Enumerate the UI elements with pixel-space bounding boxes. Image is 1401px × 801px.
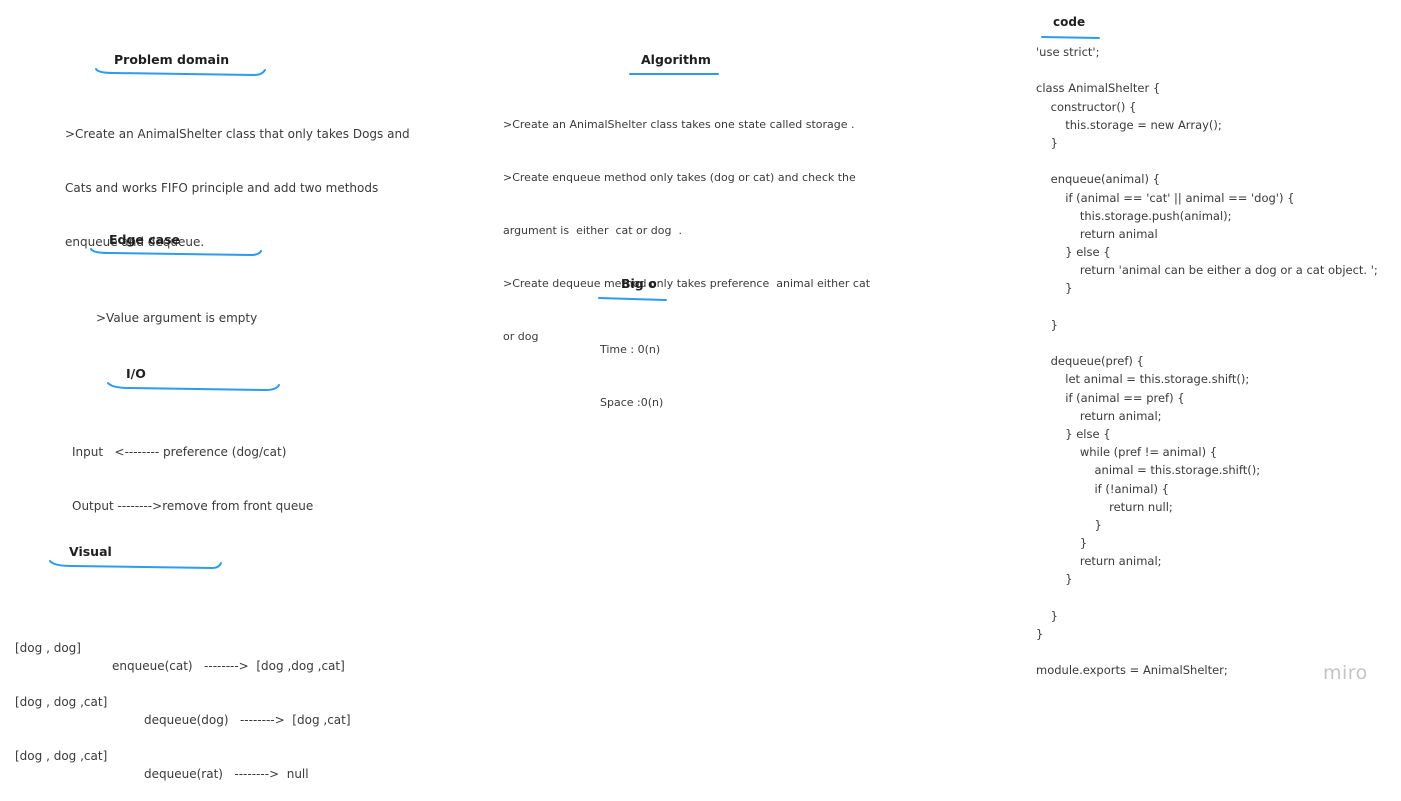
code-line: enqueue(animal) { [1036,172,1160,187]
code-line: let animal = this.storage.shift(); [1036,372,1250,387]
edge-case-line: >Value argument is empty [96,311,258,325]
io-heading: I/O [126,366,146,381]
code-line: } else { [1036,245,1111,260]
code-line: if (animal == 'cat' || animal == 'dog') … [1036,190,1295,205]
visual-operation: dequeue(dog) --------> [dog ,cat] [144,713,351,727]
algorithm-line: >Create enqueue method only takes (dog o… [503,171,856,184]
problem-domain-heading: Problem domain [114,52,230,67]
code-line: } [1036,517,1102,532]
code-line: } [1036,135,1058,150]
code-line: 'use strict'; [1036,45,1100,59]
code-line: } else { [1036,426,1111,441]
edge-case-heading: Edge case [109,232,181,247]
code-line: while (pref != animal) { [1036,445,1218,460]
code-line: this.storage.push(animal); [1036,208,1232,223]
algorithm-line: >Create an AnimalShelter class takes one… [503,118,855,131]
code-line: this.storage = new Array(); [1036,117,1222,132]
visual-input-state: [dog , dog] [15,641,81,655]
code-line: constructor() { [1036,99,1137,114]
code-line: class AnimalShelter { [1036,81,1161,96]
code-line: return null; [1036,499,1173,514]
visual-row: [dog , dog ,cat] dequeue(dog) --------> … [15,675,351,727]
io-line: Input <-------- preference (dog/cat) [72,445,287,459]
code-line: if (animal == pref) { [1036,390,1185,405]
code-line: animal = this.storage.shift(); [1036,463,1261,478]
io-line: Output -------->remove from front queue [72,499,314,513]
code-line: return 'animal can be either a dog or a … [1036,263,1378,278]
visual-row: [dog , dog] enqueue(cat) --------> [dog … [15,621,345,673]
visual-rows: [dog , dog] enqueue(cat) --------> [dog … [15,585,351,781]
miro-logo: miro [1323,662,1368,684]
problem-domain-underline [95,68,266,77]
algorithm-line: >Create dequeue method only takes prefer… [503,277,871,290]
io-text: Input <-------- preference (dog/cat) Out… [72,407,313,533]
algorithm-underline [629,73,719,75]
edge-case-text: >Value argument is empty [96,273,257,345]
code-line: } [1036,317,1058,332]
code-underline [1041,36,1100,39]
visual-input-state: [dog , dog ,cat] [15,749,108,763]
big-o-heading: Big o [621,276,657,291]
code-line: } [1036,572,1073,587]
code-line: if (!animal) { [1036,481,1169,496]
visual-row: [dog , dog ,cat] dequeue(rat) --------> … [15,729,309,781]
problem-domain-line: Cats and works FIFO principle and add tw… [65,181,379,195]
io-underline [107,382,280,392]
visual-underline [49,560,222,570]
code-line: return animal; [1036,408,1162,423]
edge-case-underline [90,248,262,257]
algorithm-text: >Create an AnimalShelter class takes one… [503,81,870,364]
code-line: } [1036,608,1058,623]
algorithm-heading: Algorithm [641,52,711,67]
problem-domain-line: >Create an AnimalShelter class that only… [65,127,410,141]
big-o-line: Time : 0(n) [600,343,661,356]
code-line: return animal; [1036,554,1162,569]
visual-operation: dequeue(rat) --------> null [144,767,309,781]
code-block: 'use strict'; class AnimalShelter { const… [1036,44,1378,681]
visual-operation: enqueue(cat) --------> [dog ,dog ,cat] [112,659,345,673]
code-line: dequeue(pref) { [1036,354,1144,369]
algorithm-line: or dog [503,330,539,343]
big-o-text: Time : 0(n) Space :0(n) [600,306,663,430]
code-line: return animal [1036,226,1158,241]
code-line: } [1036,627,1044,641]
big-o-line: Space :0(n) [600,396,664,409]
code-line: } [1036,536,1088,551]
code-heading: code [1053,15,1086,29]
big-o-underline [598,297,667,301]
code-line: } [1036,281,1073,296]
visual-heading: Visual [69,544,112,559]
algorithm-line: argument is either cat or dog . [503,224,682,237]
visual-input-state: [dog , dog ,cat] [15,695,108,709]
